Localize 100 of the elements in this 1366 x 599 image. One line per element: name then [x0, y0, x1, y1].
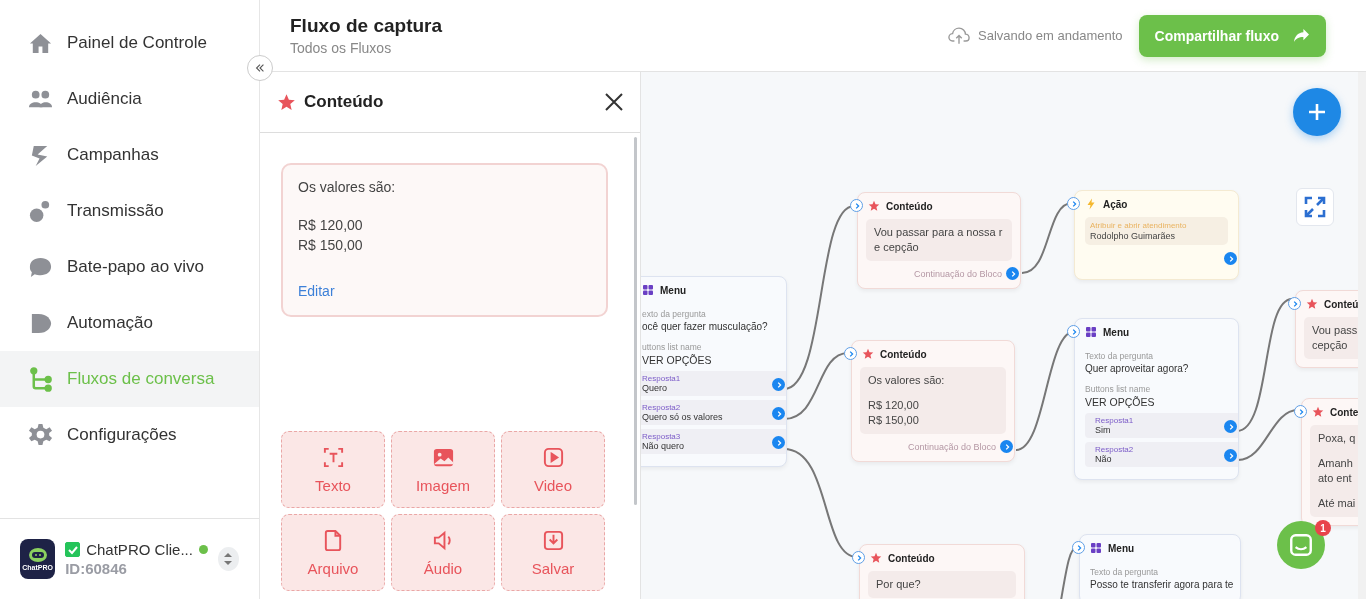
message-text: Até mai: [1318, 496, 1357, 511]
answer-option[interactable]: Resposta3 Não quero: [641, 429, 786, 454]
star-icon: [277, 92, 296, 112]
field-label: Texto da pergunta: [1085, 351, 1155, 361]
video-icon: [541, 445, 565, 469]
answer-option[interactable]: Resposta2 Não: [1085, 442, 1238, 467]
star-icon: [1306, 298, 1318, 310]
grid-icon: [1090, 542, 1102, 554]
node-title: Menu: [660, 284, 687, 296]
message-text: Os valores são:: [868, 373, 946, 388]
message-text: Amanh ato ent: [1318, 456, 1354, 486]
action-value: Rodolpho Guimarães: [1090, 231, 1177, 241]
sidebar-item[interactable]: Painel de Controle: [0, 15, 259, 71]
output-port[interactable]: [1224, 449, 1237, 462]
sidebar-item[interactable]: Configurações: [0, 407, 259, 463]
field-label: uttons list name: [642, 342, 703, 352]
scrollbar[interactable]: [634, 137, 637, 505]
sort-icon: [223, 552, 234, 566]
message-text: R$ 120,00 R$ 150,00: [298, 216, 364, 255]
message-text: R$ 120,00 R$ 150,00: [868, 398, 920, 428]
star-icon: [1312, 406, 1324, 418]
output-port[interactable]: [772, 378, 785, 391]
flow-node[interactable]: Conteú Vou pass cepção: [1295, 290, 1358, 368]
cloud-upload-icon: [948, 26, 970, 45]
message-text: Poxa, q: [1318, 431, 1357, 446]
close-button[interactable]: [604, 92, 624, 112]
node-title: Conteúdo: [888, 552, 935, 564]
flow-node[interactable]: Menu exto da pergunta ocê quer fazer musculação? uttons list name VER OPÇÕES Resposta1 Quero Resposta2 Quero só os valores Resposta3 Não quero: [641, 276, 787, 467]
flow-node[interactable]: Menu Texto da pergunta Posso te transferir agora para te: [1079, 534, 1241, 599]
continuation-label: Continuação do Bloco: [913, 268, 1002, 279]
flow-node[interactable]: Conteúdo Vou passar para a nossa re cepção Continuação do Bloco: [857, 192, 1021, 289]
field-label: Texto da pergunta: [1090, 567, 1160, 577]
answer-option[interactable]: Resposta2 Quero só os valores: [641, 400, 786, 425]
grid-icon: [1085, 326, 1097, 338]
flow-node[interactable]: Conteúdo Por que?: [859, 544, 1025, 599]
edit-link[interactable]: Editar: [298, 283, 590, 299]
chat-widget-button[interactable]: [1277, 521, 1325, 569]
settings-icon: [28, 422, 53, 448]
switch-account-button[interactable]: [217, 547, 239, 571]
output-port[interactable]: [772, 436, 785, 449]
scrollbar[interactable]: [1358, 72, 1366, 599]
account-name: ChatPRO Clie...: [86, 541, 193, 558]
breadcrumb-link[interactable]: Todos os Fluxos: [290, 40, 443, 56]
sidebar-item[interactable]: Automação: [0, 295, 259, 351]
answer-option[interactable]: Resposta1 Quero: [641, 371, 786, 396]
fullscreen-button[interactable]: [1296, 188, 1334, 226]
output-port[interactable]: [772, 407, 785, 420]
output-port[interactable]: [1006, 267, 1019, 280]
download-icon: [541, 528, 565, 552]
text-icon: [321, 445, 345, 469]
plus-icon: [1307, 102, 1327, 122]
close-icon: [604, 92, 624, 112]
message-text: Os valores são:: [298, 178, 397, 197]
node-title: Menu: [1103, 326, 1130, 338]
message-text: Por que?: [876, 577, 922, 592]
save-status: Salvando em andamento: [978, 28, 1123, 43]
sidebar-item[interactable]: Transmissão: [0, 183, 259, 239]
output-port[interactable]: [1000, 440, 1013, 453]
page-title: Fluxo de captura: [290, 15, 443, 37]
message-text: Vou passar para a nossa re cepção: [874, 225, 1004, 255]
continuation-label: Continuação do Bloco: [907, 441, 996, 452]
node-title: Ação: [1103, 198, 1128, 210]
field-label: Buttons list name: [1085, 384, 1152, 394]
node-title: Conte: [1330, 406, 1358, 418]
lightning-icon: [1085, 198, 1097, 210]
output-port[interactable]: [1224, 252, 1237, 265]
node-title: Conteúdo: [880, 348, 927, 360]
share-arrow-icon: [1293, 28, 1310, 43]
branch-icon: [28, 366, 53, 392]
checkbox[interactable]: [65, 542, 81, 557]
star-icon: [868, 200, 880, 212]
message-text: Vou pass cepção: [1312, 323, 1358, 353]
panel-title: Conteúdo: [304, 92, 385, 112]
sidebar-item[interactable]: Audiência: [0, 71, 259, 127]
flow-node[interactable]: Conteúdo Os valores são: R$ 120,00 R$ 150,00 Continuação do Bloco: [851, 340, 1015, 462]
node-title: Menu: [1108, 542, 1135, 554]
star-icon: [870, 552, 882, 564]
flow-node[interactable]: Ação Atribuir e abrir atendimento Rodolpho Guimarães: [1074, 190, 1239, 280]
sidebar-item[interactable]: Bate-papo ao vivo: [0, 239, 259, 295]
collapse-button[interactable]: [247, 55, 273, 81]
field-label: exto da pergunta: [642, 309, 707, 319]
chat-icon: [1288, 532, 1314, 558]
flow-node[interactable]: Menu Texto da pergunta Quer aproveitar agora? Buttons list name VER OPÇÕES Resposta1 Sim Resposta2 Não: [1074, 318, 1239, 480]
node-title: Conteúdo: [886, 200, 933, 212]
expand-icon: [1303, 195, 1327, 219]
account-id: ID:60846: [65, 560, 128, 577]
add-button[interactable]: [1293, 88, 1341, 136]
grid-icon: [642, 284, 654, 296]
double-chevron-left-icon: [254, 62, 266, 74]
star-icon: [862, 348, 874, 360]
output-port[interactable]: [1224, 420, 1237, 433]
question-text: ocê quer fazer musculação?: [642, 321, 769, 332]
list-name: VER OPÇÕES: [1085, 396, 1156, 408]
list-name: VER OPÇÕES: [642, 354, 713, 366]
action-label: Atribuir e abrir atendimento: [1090, 221, 1188, 230]
node-title: Conteú: [1324, 298, 1358, 310]
answer-option[interactable]: Resposta1 Sim: [1085, 413, 1238, 438]
sidebar-item[interactable]: Campanhas: [0, 127, 259, 183]
question-text: Quer aproveitar agora?: [1085, 363, 1190, 374]
robot-icon: [27, 547, 48, 563]
